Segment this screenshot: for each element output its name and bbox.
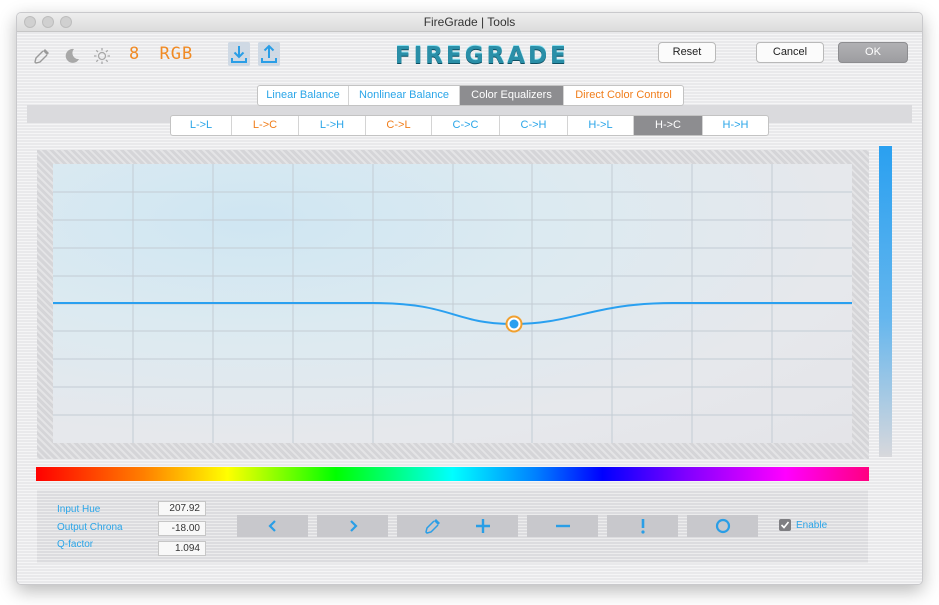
curve-graph[interactable] <box>53 164 852 443</box>
intensity-slider[interactable] <box>879 146 892 457</box>
prev-point-icon <box>267 520 276 532</box>
intensity-slider-fill <box>879 146 892 457</box>
next-point-button[interactable] <box>317 515 388 537</box>
add-point-button[interactable] <box>447 515 518 537</box>
enable-label: Enable <box>796 519 828 531</box>
add-point-icon <box>475 519 490 533</box>
warning-button[interactable] <box>607 515 678 537</box>
warning-icon <box>640 519 645 534</box>
output-chroma-field[interactable]: -18.00 <box>158 521 206 536</box>
tab-linear-balance[interactable]: Linear Balance <box>258 86 349 105</box>
client-area: 8 RGB FIREGRADE Reset Cancel OK Linear B… <box>17 33 922 584</box>
equalizer-tabs: L->L L->C L->H C->L C->C C->H H->L H->C … <box>170 115 769 136</box>
reset-curve-icon <box>715 518 730 534</box>
prev-point-button[interactable] <box>237 515 308 537</box>
tab-nonlinear-balance[interactable]: Nonlinear Balance <box>349 86 460 105</box>
parameters-panel: Input Hue 207.92 Output Chrona -18.00 Q-… <box>37 490 868 563</box>
tab-l-to-l[interactable]: L->L <box>171 116 232 135</box>
curve-canvas[interactable] <box>53 164 852 443</box>
tab-c-to-h[interactable]: C->H <box>500 116 568 135</box>
q-factor-label: Q-factor <box>57 539 94 550</box>
download-icon <box>231 46 247 63</box>
tab-h-to-c[interactable]: H->C <box>634 116 703 135</box>
tab-color-equalizers[interactable]: Color Equalizers <box>460 86 564 105</box>
q-factor-field[interactable]: 1.094 <box>158 541 206 556</box>
bit-depth-mode[interactable]: 8 RGB <box>129 44 193 64</box>
tab-direct-color-control[interactable]: Direct Color Control <box>564 86 683 105</box>
cancel-button[interactable]: Cancel <box>756 42 824 63</box>
upload-icon <box>261 44 277 63</box>
reset-button[interactable]: Reset <box>658 42 716 63</box>
tab-c-to-c[interactable]: C->C <box>432 116 500 135</box>
export-button[interactable] <box>258 42 280 66</box>
ok-button[interactable]: OK <box>838 42 908 63</box>
remove-point-button[interactable] <box>527 515 598 537</box>
tab-h-to-l[interactable]: H->L <box>568 116 634 135</box>
control-point[interactable] <box>505 315 523 333</box>
output-chroma-label: Output Chrona <box>57 522 123 533</box>
eyedropper-icon[interactable] <box>33 47 51 65</box>
bit-depth-label: 8 <box>129 44 141 64</box>
curve-graph-frame <box>37 150 869 459</box>
pick-color-icon <box>424 519 440 534</box>
input-hue-label: Input Hue <box>57 504 101 515</box>
hue-spectrum-bar[interactable] <box>36 467 869 481</box>
import-button[interactable] <box>228 42 250 66</box>
title-bar: FireGrade | Tools <box>17 13 922 32</box>
reset-curve-button[interactable] <box>687 515 758 537</box>
tab-l-to-c[interactable]: L->C <box>232 116 299 135</box>
checkbox-checked-icon[interactable] <box>779 519 791 531</box>
tab-h-to-h[interactable]: H->H <box>703 116 768 135</box>
tab-c-to-l[interactable]: C->L <box>366 116 432 135</box>
next-point-icon <box>349 520 358 532</box>
color-space-label: RGB <box>159 44 194 64</box>
app-window: FireGrade | Tools 8 RGB FIREGRADE Reset … <box>16 12 923 585</box>
enable-checkbox[interactable]: Enable <box>779 519 827 531</box>
app-logo: FIREGRADE <box>395 43 569 69</box>
remove-point-icon <box>555 524 570 528</box>
mode-tabs: Linear Balance Nonlinear Balance Color E… <box>257 85 684 106</box>
window-title: FireGrade | Tools <box>423 15 516 29</box>
input-hue-field[interactable]: 207.92 <box>158 501 206 516</box>
moon-icon[interactable] <box>63 47 81 65</box>
tab-l-to-h[interactable]: L->H <box>299 116 366 135</box>
sun-icon[interactable] <box>93 47 111 65</box>
